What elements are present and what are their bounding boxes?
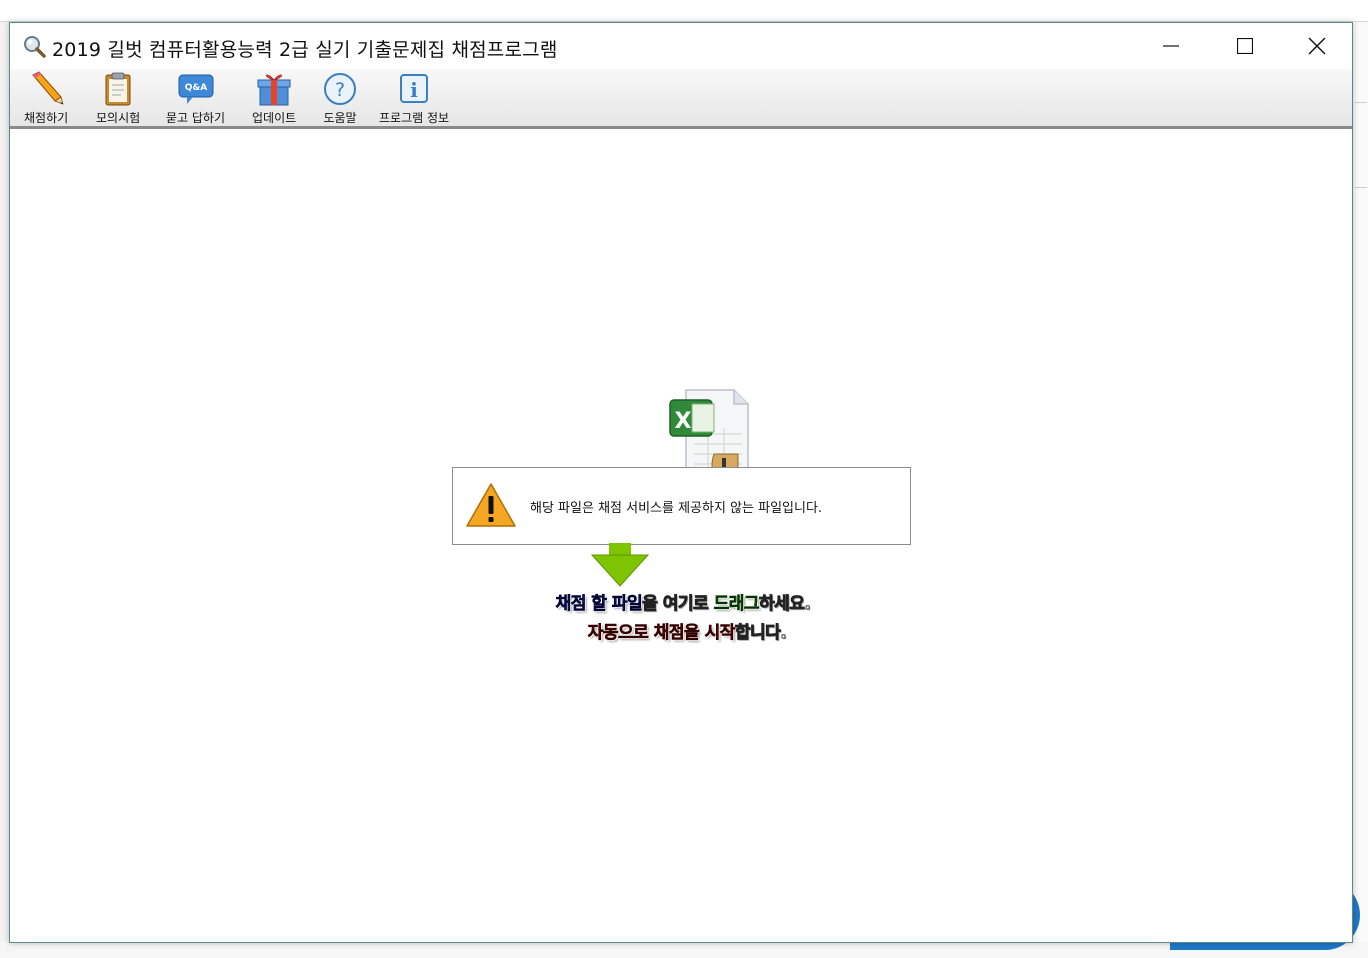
qa-badge: Q&A	[184, 83, 206, 93]
warning-icon	[466, 483, 516, 527]
background-window-strip	[0, 0, 1368, 22]
update-button-label: 업데이트	[252, 111, 297, 125]
svg-text:X: X	[675, 409, 692, 434]
drop-text-segment: 드래그	[713, 594, 760, 615]
update-button[interactable]: 업데이트	[252, 71, 296, 127]
minimize-icon	[1163, 45, 1179, 47]
grade-button-label: 채점하기	[24, 111, 69, 125]
help-icon: ?	[324, 73, 356, 105]
down-arrow-icon	[590, 543, 650, 587]
title-bar[interactable]: 2019 길벗 컴퓨터활용능력 2급 실기 기출문제집 채점프로그램	[10, 23, 1352, 69]
toolbar: 채점하기 모의시험 Q&A 묻고 답하기 업데이트 ? 도움말 i 프로그램 정…	[10, 69, 1352, 129]
excel-file-icon: X	[669, 389, 749, 480]
mock-exam-button-label: 모의시험	[96, 111, 141, 125]
minimize-button[interactable]	[1134, 23, 1208, 69]
program-info-button[interactable]: i 프로그램 정보	[379, 71, 449, 127]
info-glyph: i	[410, 78, 418, 102]
pencil-icon	[32, 71, 64, 105]
help-glyph: ?	[335, 79, 345, 101]
drop-zone[interactable]: X 해당 파일은 채점 서비스를 제공하지 않는 파일입니다. 채점 할 파일을…	[10, 132, 1352, 942]
drop-text-segment: 합니다.	[734, 623, 787, 644]
dialog-message: 해당 파일은 채점 서비스를 제공하지 않는 파일입니다.	[530, 501, 823, 516]
mock-exam-button[interactable]: 모의시험	[96, 71, 140, 127]
drop-instruction-line-1: 채점 할 파일을 여기로 드래그하세요.	[10, 589, 1352, 615]
magnifier-app-icon	[24, 36, 46, 58]
background-window-bottom	[0, 942, 1368, 958]
clipboard-icon	[105, 72, 131, 106]
maximize-button[interactable]	[1208, 23, 1282, 69]
drop-instruction-line-2: 자동으로 채점을 시작합니다.	[10, 618, 1352, 644]
info-icon: i	[400, 74, 429, 103]
close-button[interactable]	[1280, 23, 1354, 69]
main-window: 2019 길벗 컴퓨터활용능력 2급 실기 기출문제집 채점프로그램 채점하기	[9, 22, 1353, 943]
program-info-button-label: 프로그램 정보	[379, 111, 450, 125]
background-divider	[1355, 102, 1367, 103]
qa-button[interactable]: Q&A 묻고 답하기	[166, 71, 225, 127]
grade-button[interactable]: 채점하기	[24, 71, 68, 127]
help-button[interactable]: ? 도움말	[321, 71, 359, 127]
drop-text-segment: 채점 할 파일	[555, 594, 643, 615]
gift-icon	[257, 74, 291, 106]
drop-text-segment: 을 여기로	[642, 594, 714, 615]
background-divider	[1355, 187, 1367, 188]
help-button-label: 도움말	[323, 111, 357, 125]
maximize-icon	[1237, 38, 1253, 54]
drop-text-segment: 하세요.	[758, 594, 812, 615]
background-window-edge	[1352, 22, 1368, 958]
close-icon	[1308, 37, 1326, 55]
warning-dialog[interactable]: 해당 파일은 채점 서비스를 제공하지 않는 파일입니다.	[452, 467, 911, 545]
window-title: 2019 길벗 컴퓨터활용능력 2급 실기 기출문제집 채점프로그램	[52, 39, 558, 61]
qa-icon: Q&A	[178, 74, 213, 104]
qa-button-label: 묻고 답하기	[166, 111, 226, 125]
drop-text-segment: 자동으로 채점을 시작	[587, 623, 735, 644]
